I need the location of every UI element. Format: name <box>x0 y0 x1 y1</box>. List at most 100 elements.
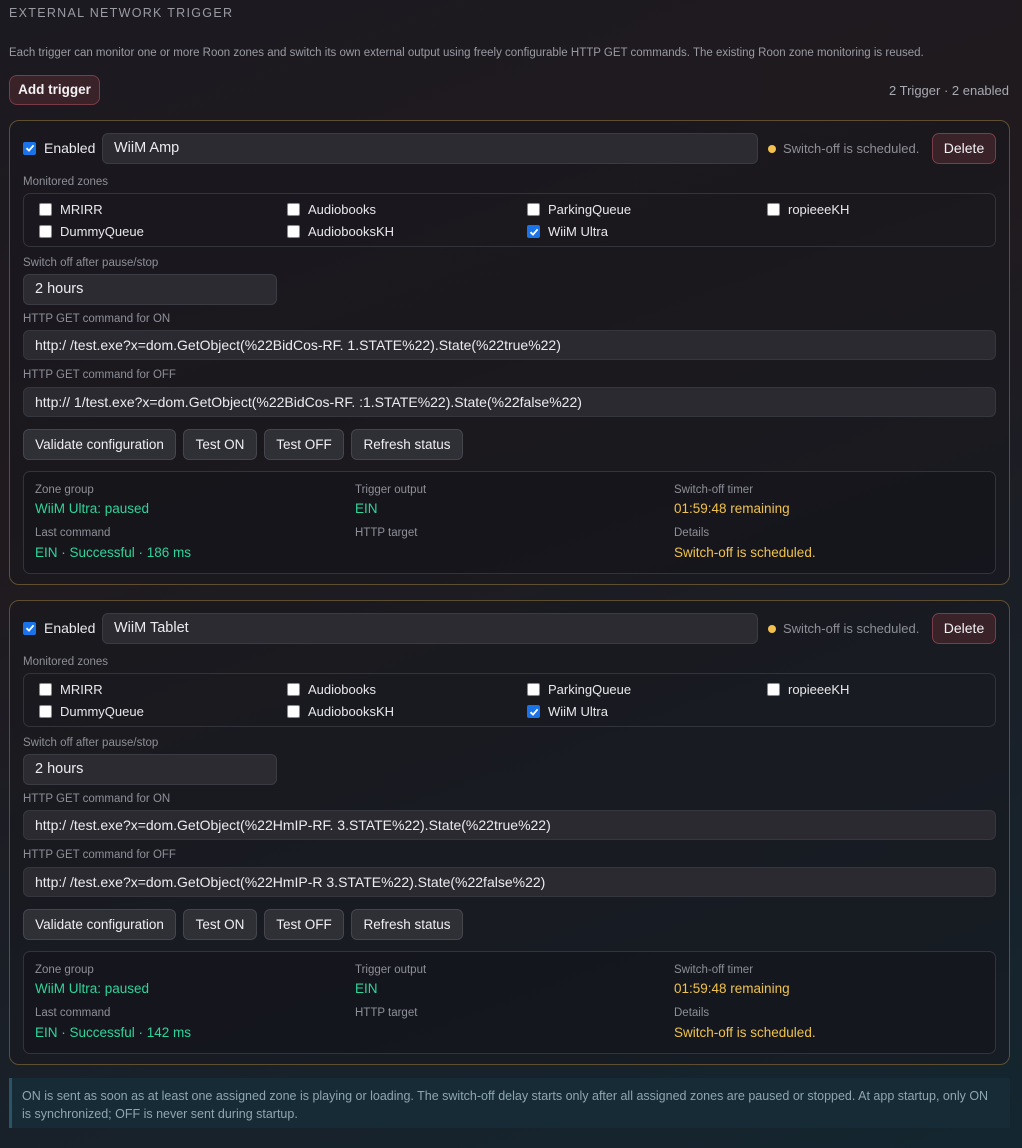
zone-option[interactable]: Audiobooks <box>287 202 376 217</box>
zone-option[interactable]: DummyQueue <box>39 224 144 239</box>
zone-option[interactable]: AudiobooksKH <box>287 704 394 719</box>
refresh-status-button[interactable]: Refresh status <box>351 429 463 460</box>
switch-off-timer-value: 01:59:48 remaining <box>674 981 790 996</box>
switch-off-after-input[interactable]: 2 hours <box>23 754 277 785</box>
http-off-label: HTTP GET command for OFF <box>23 849 176 861</box>
status-indicator: Switch-off is scheduled. <box>768 141 919 156</box>
http-off-input[interactable]: http:/ /test.exe?x=dom.GetObject(%22HmIP… <box>23 867 996 897</box>
delete-button[interactable]: Delete <box>932 613 996 644</box>
zone-checkbox[interactable] <box>39 225 52 238</box>
monitored-zones-label: Monitored zones <box>23 176 109 188</box>
section-title: EXTERNAL NETWORK TRIGGER <box>9 6 234 20</box>
last-command-label: Last command <box>35 527 111 539</box>
zone-label: MRIRR <box>60 682 103 697</box>
status-panel: Zone group WiiM Ultra: paused Trigger ou… <box>23 471 996 574</box>
trigger-card: Enabled WiiM Tablet Switch-off is schedu… <box>9 600 1010 1065</box>
footer-note: ON is sent as soon as at least one assig… <box>9 1078 1010 1128</box>
status-dot <box>768 144 776 153</box>
zone-option[interactable]: WiiM Ultra <box>527 704 608 719</box>
zone-option[interactable]: DummyQueue <box>39 704 144 719</box>
zone-group-label: Zone group <box>35 484 94 496</box>
switch-off-timer-label: Switch-off timer <box>674 964 754 976</box>
validate-button[interactable]: Validate configuration <box>23 909 176 940</box>
status-text: Switch-off is scheduled. <box>783 621 920 636</box>
zone-checkbox[interactable] <box>287 225 300 238</box>
zone-checkbox[interactable] <box>39 203 52 216</box>
zone-label: ropieeeKH <box>788 682 850 697</box>
switch-off-after-input[interactable]: 2 hours <box>23 274 277 305</box>
zone-label: ropieeeKH <box>788 202 850 217</box>
switch-off-after-label: Switch off after pause/stop <box>23 737 159 749</box>
http-on-input[interactable]: http:/ /test.exe?x=dom.GetObject(%22BidC… <box>23 330 996 360</box>
test-off-button[interactable]: Test OFF <box>264 909 344 940</box>
details-value: Switch-off is scheduled. <box>674 1025 816 1040</box>
intro-text: Each trigger can monitor one or more Roo… <box>9 47 924 59</box>
status-text: Switch-off is scheduled. <box>783 141 920 156</box>
zone-option[interactable]: ParkingQueue <box>527 682 631 697</box>
monitored-zones-label: Monitored zones <box>23 656 109 668</box>
zone-checkbox[interactable] <box>287 683 300 696</box>
details-value: Switch-off is scheduled. <box>674 545 816 560</box>
zone-option[interactable]: AudiobooksKH <box>287 224 394 239</box>
zone-label: DummyQueue <box>60 704 144 719</box>
zone-label: ParkingQueue <box>548 682 632 697</box>
validate-button[interactable]: Validate configuration <box>23 429 176 460</box>
http-on-input[interactable]: http:/ /test.exe?x=dom.GetObject(%22HmIP… <box>23 810 996 840</box>
test-off-button[interactable]: Test OFF <box>264 429 344 460</box>
enabled-checkbox[interactable] <box>23 621 36 635</box>
zone-label: ParkingQueue <box>548 202 632 217</box>
last-command-label: Last command <box>35 1007 111 1019</box>
delete-button[interactable]: Delete <box>932 133 996 164</box>
zone-label: AudiobooksKH <box>308 224 394 239</box>
enable-toggle[interactable]: Enabled <box>23 133 95 163</box>
http-on-label: HTTP GET command for ON <box>23 793 171 805</box>
switch-off-timer-label: Switch-off timer <box>674 484 754 496</box>
zone-checkbox[interactable] <box>527 705 540 718</box>
zone-option[interactable]: WiiM Ultra <box>527 224 608 239</box>
trigger-card: Enabled WiiM Amp Switch-off is scheduled… <box>9 120 1010 585</box>
zone-checkbox[interactable] <box>527 225 540 238</box>
zone-option[interactable]: ropieeeKH <box>767 202 849 217</box>
zone-option[interactable]: MRIRR <box>39 202 103 217</box>
zone-label: WiiM Ultra <box>548 224 608 239</box>
last-command-value: EIN · Successful · 142 ms <box>35 1025 192 1040</box>
zone-checkbox[interactable] <box>39 683 52 696</box>
http-on-label: HTTP GET command for ON <box>23 313 171 325</box>
test-on-button[interactable]: Test ON <box>183 429 257 460</box>
switch-off-timer-value: 01:59:48 remaining <box>674 501 790 516</box>
zone-checkbox[interactable] <box>39 705 52 718</box>
zone-checkbox[interactable] <box>527 203 540 216</box>
add-trigger-button[interactable]: Add trigger <box>9 75 100 105</box>
trigger-name-input[interactable]: WiiM Amp <box>102 133 758 164</box>
trigger-output-value: EIN <box>355 501 378 516</box>
zone-option[interactable]: ParkingQueue <box>527 202 631 217</box>
test-on-button[interactable]: Test ON <box>183 909 257 940</box>
last-command-value: EIN · Successful · 186 ms <box>35 545 192 560</box>
http-off-input[interactable]: http:// 1/test.exe?x=dom.GetObject(%22Bi… <box>23 387 996 417</box>
zone-label: Audiobooks <box>308 202 376 217</box>
http-target-label: HTTP target <box>355 1007 418 1019</box>
status-panel: Zone group WiiM Ultra: paused Trigger ou… <box>23 951 996 1054</box>
zone-option[interactable]: MRIRR <box>39 682 103 697</box>
zone-checkbox[interactable] <box>287 705 300 718</box>
zone-option[interactable]: ropieeeKH <box>767 682 849 697</box>
http-off-label: HTTP GET command for OFF <box>23 369 176 381</box>
zones-box: MRIRR Audiobooks ParkingQueue ropieeeKH Dumm… <box>23 673 996 727</box>
trigger-name-input[interactable]: WiiM Tablet <box>102 613 758 644</box>
zone-label: WiiM Ultra <box>548 704 608 719</box>
zone-option[interactable]: Audiobooks <box>287 682 376 697</box>
trigger-output-label: Trigger output <box>355 484 427 496</box>
zone-label: Audiobooks <box>308 682 376 697</box>
zone-checkbox[interactable] <box>767 683 780 696</box>
trigger-count: 2 Trigger · 2 enabled <box>889 83 1009 98</box>
enabled-checkbox[interactable] <box>23 141 36 155</box>
zone-checkbox[interactable] <box>527 683 540 696</box>
zone-label: AudiobooksKH <box>308 704 394 719</box>
trigger-output-label: Trigger output <box>355 964 427 976</box>
zone-label: MRIRR <box>60 202 103 217</box>
zone-checkbox[interactable] <box>767 203 780 216</box>
zone-group-label: Zone group <box>35 964 94 976</box>
refresh-status-button[interactable]: Refresh status <box>351 909 463 940</box>
zone-checkbox[interactable] <box>287 203 300 216</box>
enable-toggle[interactable]: Enabled <box>23 613 95 643</box>
